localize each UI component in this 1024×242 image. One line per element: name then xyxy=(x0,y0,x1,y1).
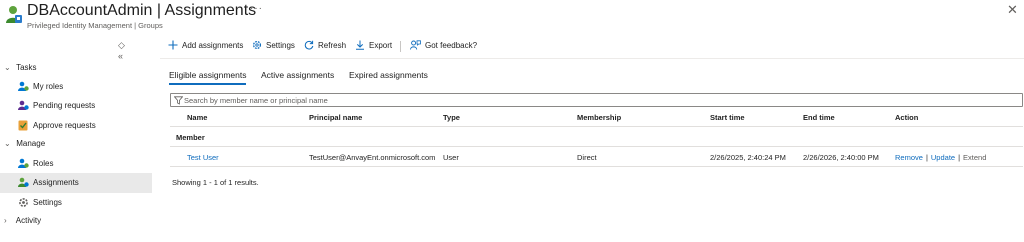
sidebar-group-label: Tasks xyxy=(16,63,37,72)
feedback-person-icon xyxy=(410,40,421,50)
search-input[interactable] xyxy=(184,95,1014,105)
sidebar-group-tasks[interactable]: ⌄ Tasks xyxy=(4,63,37,72)
extend-link: Extend xyxy=(963,153,987,162)
people-assignments-icon xyxy=(18,177,29,187)
column-header-membership[interactable]: Membership xyxy=(577,113,621,122)
tab-expired-assignments[interactable]: Expired assignments xyxy=(349,70,428,80)
toolbar-divider xyxy=(160,58,1024,59)
toolbar-separator xyxy=(400,41,401,52)
refresh-button[interactable]: Refresh xyxy=(304,40,346,50)
feedback-button[interactable]: Got feedback? xyxy=(410,40,477,50)
sidebar-group-label: Manage xyxy=(16,139,46,148)
remove-link[interactable]: Remove xyxy=(895,153,923,162)
person-roles-icon xyxy=(18,81,29,91)
add-assignments-label: Add assignments xyxy=(182,40,244,50)
start-time-cell: 2/26/2025, 2:40:24 PM xyxy=(710,153,786,162)
type-cell: User xyxy=(443,153,459,162)
header-divider xyxy=(170,126,1023,127)
settings-label: Settings xyxy=(266,40,295,50)
filter-icon xyxy=(174,96,183,105)
row-divider xyxy=(170,166,1023,167)
tab-eligible-assignments[interactable]: Eligible assignments xyxy=(169,70,247,85)
people-roles-icon xyxy=(18,158,29,168)
sidebar-item-settings[interactable]: Settings xyxy=(0,193,152,213)
page-title: DBAccountAdmin | Assignments xyxy=(27,2,257,19)
search-box[interactable] xyxy=(170,93,1023,107)
collapse-sidebar-icon[interactable]: « xyxy=(118,51,123,61)
sidebar-item-pending-requests[interactable]: Pending requests xyxy=(0,96,152,116)
end-time-cell: 2/26/2026, 2:40:00 PM xyxy=(803,153,879,162)
action-separator: | xyxy=(925,153,928,162)
group-header-member: Member xyxy=(176,133,205,142)
sidebar-item-label: Settings xyxy=(33,198,62,207)
settings-button[interactable]: Settings xyxy=(252,40,295,50)
column-header-end-time[interactable]: End time xyxy=(803,113,835,122)
action-separator: | xyxy=(958,153,961,162)
more-options-button[interactable]: ··· xyxy=(250,3,263,14)
refresh-label: Refresh xyxy=(318,40,347,50)
principal-name-cell: TestUser@AnvayEnt.onmicrosoft.com xyxy=(309,153,436,162)
chevron-down-icon: ⌄ xyxy=(4,139,11,148)
chevron-down-icon: ⌄ xyxy=(4,63,11,72)
plus-icon xyxy=(168,40,178,50)
column-header-start-time[interactable]: Start time xyxy=(710,113,745,122)
sidebar-item-my-roles[interactable]: My roles xyxy=(0,77,152,97)
column-header-principal-name[interactable]: Principal name xyxy=(309,113,362,122)
pim-groups-icon xyxy=(6,6,22,23)
column-header-name[interactable]: Name xyxy=(187,113,207,122)
member-name-link[interactable]: Test User xyxy=(187,153,219,162)
close-icon[interactable]: ✕ xyxy=(1007,2,1018,18)
feedback-label: Got feedback? xyxy=(425,40,478,50)
page-subtitle: Privileged Identity Management | Groups xyxy=(27,21,163,30)
approve-check-icon xyxy=(18,120,28,131)
column-header-type[interactable]: Type xyxy=(443,113,460,122)
table-row: Test User TestUser@AnvayEnt.onmicrosoft.… xyxy=(170,148,1023,166)
sidebar: ◇ « ⌄ Tasks My roles Pending requests Ap… xyxy=(0,38,152,242)
sidebar-item-label: Roles xyxy=(33,159,54,168)
sidebar-item-roles[interactable]: Roles xyxy=(0,154,152,174)
refresh-icon xyxy=(304,40,314,50)
sidebar-controls: ◇ « xyxy=(118,40,152,61)
update-link[interactable]: Update xyxy=(931,153,955,162)
download-icon xyxy=(356,40,364,50)
people-pending-icon xyxy=(18,100,29,110)
membership-cell: Direct xyxy=(577,153,597,162)
sidebar-item-approve-requests[interactable]: Approve requests xyxy=(0,116,152,136)
tab-active-assignments[interactable]: Active assignments xyxy=(261,70,334,80)
column-header-action: Action xyxy=(895,113,919,122)
add-assignments-button[interactable]: Add assignments xyxy=(168,40,243,50)
reorder-icon[interactable]: ◇ xyxy=(118,40,125,50)
results-count: Showing 1 - 1 of 1 results. xyxy=(172,178,259,187)
gear-icon xyxy=(19,198,28,207)
sidebar-group-label: Activity xyxy=(15,216,42,225)
gear-icon xyxy=(252,40,262,50)
sidebar-group-manage[interactable]: ⌄ Manage xyxy=(4,139,45,148)
sidebar-item-label: Pending requests xyxy=(33,101,96,110)
export-button[interactable]: Export xyxy=(355,40,392,50)
page-header: DBAccountAdmin | Assignments ··· Privile… xyxy=(0,0,1024,38)
chevron-right-icon: › xyxy=(4,216,7,225)
export-label: Export xyxy=(369,40,393,50)
sidebar-item-label: My roles xyxy=(33,82,64,91)
action-cell: Remove | Update | Extend xyxy=(895,153,986,162)
sidebar-item-assignments[interactable]: Assignments xyxy=(0,173,152,193)
sidebar-item-label: Approve requests xyxy=(33,121,96,130)
group-divider xyxy=(170,146,1023,147)
sidebar-group-activity[interactable]: › Activity xyxy=(4,216,41,225)
sidebar-item-label: Assignments xyxy=(33,178,79,187)
